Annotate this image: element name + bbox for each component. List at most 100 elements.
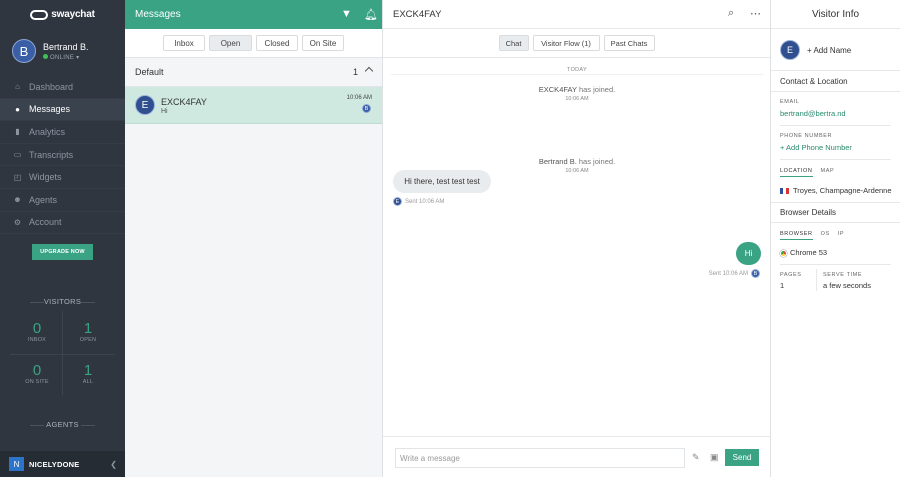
sidebar-item-label: Dashboard [29,81,74,92]
group-name: Default [135,67,164,77]
org-name: NICELYDONE [29,459,80,469]
search-icon[interactable]: ⌕ [728,7,734,20]
system-event: EXCK4FAY has joined. [383,85,771,94]
browser-details-header: Browser Details [771,202,900,223]
france-flag-icon [780,188,789,195]
serve-time-label: SERVE TIME [823,272,863,278]
sidebar-item-account[interactable]: ⚙ Account [0,212,125,235]
outgoing-message: Hi [736,242,761,265]
tab-past-chats[interactable]: Past Chats [603,35,655,51]
event-time: 10:06 AM [565,168,589,174]
chat-tabs: Chat Visitor Flow (1) Past Chats [383,29,770,58]
list-item[interactable]: E EXCK4FAY Hi 10:06 AM B [125,87,382,124]
event-actor: Bertrand B. [538,157,577,166]
tab-map[interactable]: MAP [821,168,835,177]
sidebar-item-dashboard[interactable]: ⌂ Dashboard [0,76,125,99]
sidebar-item-messages[interactable]: ● Messages [0,98,125,122]
chevron-up-icon[interactable] [364,66,374,76]
collapse-chevron-icon[interactable]: ❮ [110,460,117,469]
home-icon: ⌂ [15,82,20,92]
brand-logo[interactable]: swaychat [0,0,125,29]
message-input[interactable] [395,448,685,468]
filter-closed-button[interactable]: Closed [256,35,298,51]
tab-ip[interactable]: IP [838,231,844,240]
lock-icon[interactable]: ▣ [710,452,719,463]
users-icon: ☻ [13,195,22,205]
visitor-avatar: E [393,197,402,206]
message-meta: Sent 10:06 AM B [709,269,760,278]
divider [780,264,891,265]
sidebar-item-widgets[interactable]: ◰ Widgets [0,166,125,189]
stat-all[interactable]: 1 ALL [57,362,119,385]
list-title: Messages [135,9,181,20]
group-count: 1 [352,67,358,77]
user-name: Bertrand B. [43,42,89,52]
tab-chat[interactable]: Chat [498,35,529,51]
day-divider: TODAY [567,67,587,73]
location-value: Troyes, Champagne-Ardenne [780,186,892,195]
conversation-name: EXCK4FAY [161,97,207,107]
app-window: swaychat B Bertrand B. ONLINE ▾ ⌂ Dashboa… [0,0,900,477]
sidebar-item-agents[interactable]: ☻ Agents [0,189,125,212]
agent-badge: B [362,104,371,113]
conversation-time: 10:06 AM [346,95,372,101]
divider [816,269,817,291]
phone-label: PHONE NUMBER [780,133,833,139]
day-divider-rule [391,74,763,75]
event-text: has joined. [578,85,616,94]
status-filter-bar: Inbox Open Closed On Site [125,29,382,58]
upgrade-now-button[interactable]: UPGRADE NOW [32,244,93,260]
user-profile[interactable]: B Bertrand B. ONLINE ▾ [0,29,125,69]
stat-open[interactable]: 1 OPEN [57,320,119,343]
visitor-avatar: E [135,95,155,115]
message-composer: ✎ ▣ Send [383,436,771,477]
send-button[interactable]: Send [725,449,759,466]
tab-browser[interactable]: BROWSER [780,231,813,240]
online-dot-icon [43,54,48,59]
org-switcher[interactable]: N NICELYDONE ❮ [0,451,125,477]
conversation-preview: Hi [161,108,168,115]
message-meta: E Sent 10:06 AM [393,197,444,206]
message-thread[interactable]: TODAY EXCK4FAY has joined. 10:06 AM Hi t… [383,58,770,436]
status-selector[interactable]: ONLINE ▾ [43,54,79,61]
sidebar: swaychat B Bertrand B. ONLINE ▾ ⌂ Dashboa… [0,0,125,477]
chat-header: EXCK4FAY ⌕ ⋯ [383,0,770,29]
email-link[interactable]: bertrand@bertra.nd [780,109,846,118]
chat-pane: EXCK4FAY ⌕ ⋯ Chat Visitor Flow (1) Past … [383,0,771,477]
sidebar-item-analytics[interactable]: ▮ Analytics [0,121,125,144]
visitor-identity: E + Add Name [771,29,900,71]
paperclip-icon[interactable]: ✎ [692,452,700,463]
gear-icon: ⚙ [13,217,22,227]
filter-on-site-button[interactable]: On Site [302,35,344,51]
tab-os[interactable]: OS [821,231,830,240]
browser-text: Chrome 53 [790,248,828,257]
browser-tabs: BROWSER OS IP [780,231,844,240]
email-label: EMAIL [780,99,800,105]
bell-icon[interactable]: 🔔︎ [364,8,378,21]
visitors-heading: VISITORS [0,297,125,306]
tab-visitor-flow[interactable]: Visitor Flow (1) [532,35,600,51]
serve-time-value: a few seconds [823,281,871,290]
contact-location-header: Contact & Location [771,71,900,92]
filter-icon[interactable]: ▼ [341,8,352,20]
location-tabs: LOCATION MAP [780,168,834,177]
filter-open-button[interactable]: Open [209,35,252,51]
event-actor: EXCK4FAY [538,85,577,94]
system-event: Bertrand B. has joined. [383,157,771,166]
conversation-list-pane: Messages ▼ 🔔︎ Inbox Open Closed On Site … [125,0,383,477]
filter-inbox-button[interactable]: Inbox [163,35,205,51]
tab-location[interactable]: LOCATION [780,168,813,177]
group-header[interactable]: Default 1 [125,58,382,87]
chat-bubble-icon: ● [15,104,20,114]
sidebar-item-label: Messages [29,104,71,115]
more-options-icon[interactable]: ⋯ [750,7,761,20]
agents-heading: AGENTS [0,420,125,429]
sidebar-item-transcripts[interactable]: ▭ Transcripts [0,144,125,167]
widget-icon: ◰ [13,172,22,182]
stat-value: 1 [83,320,93,337]
add-phone-button[interactable]: + Add Phone Number [780,143,852,152]
add-name-button[interactable]: + Add Name [807,46,851,55]
stat-value: 1 [83,362,93,379]
sidebar-nav: ⌂ Dashboard ● Messages ▮ Analytics ▭ Transcr… [0,76,125,235]
location-text: Troyes, Champagne-Ardenne [793,186,892,195]
